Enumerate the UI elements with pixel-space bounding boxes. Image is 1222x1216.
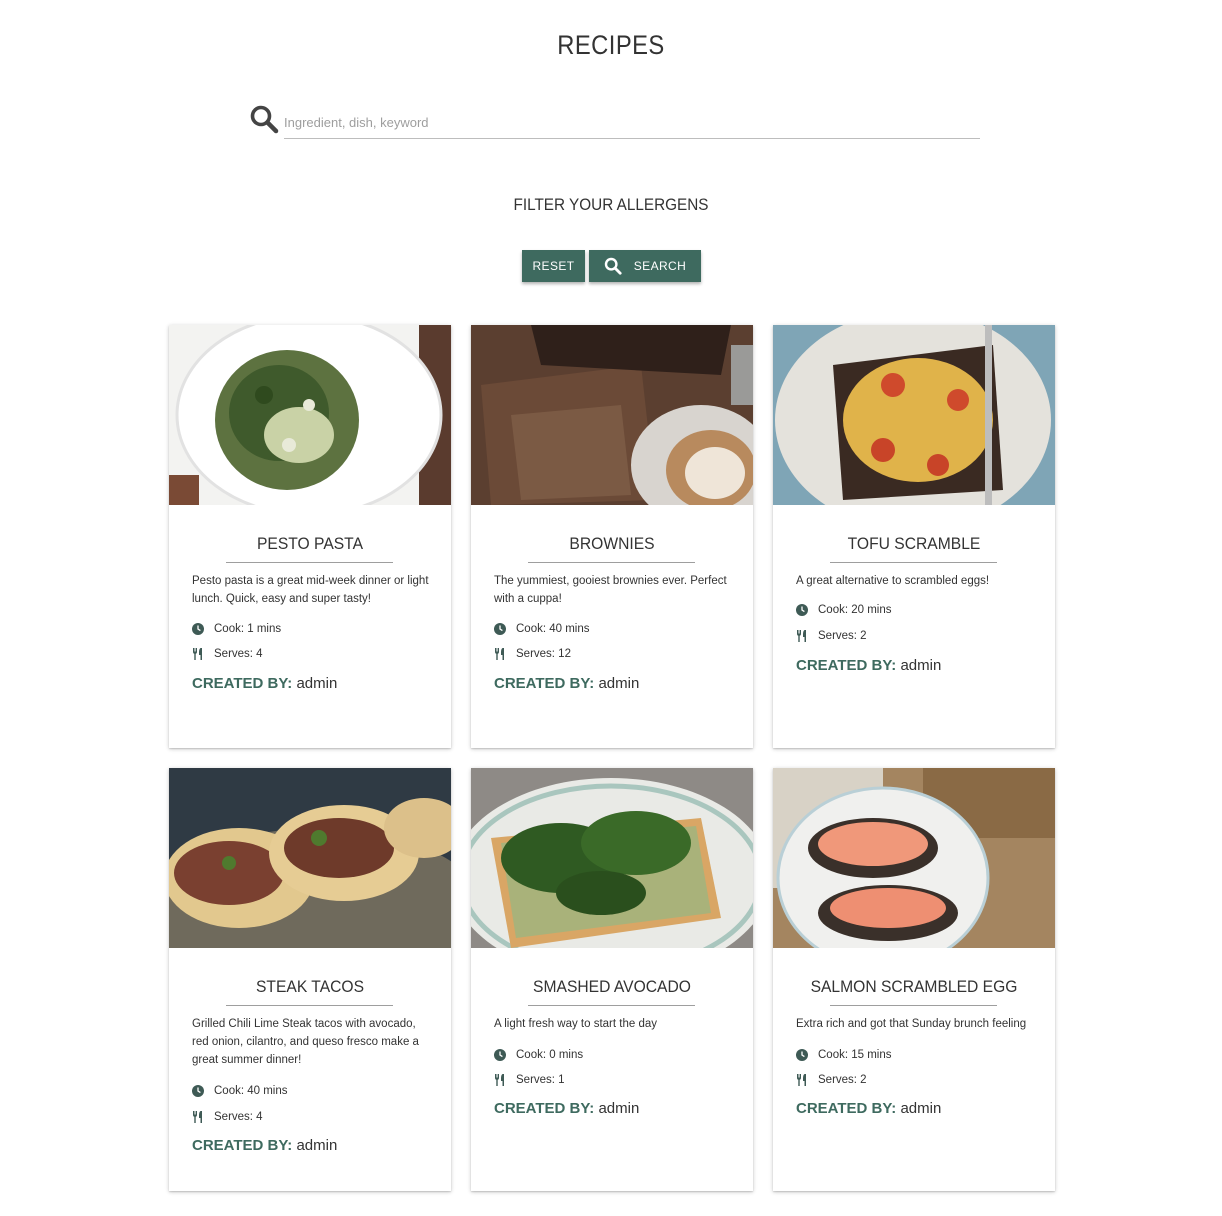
cook-time: Cook: 15 mins [796, 1049, 892, 1061]
filter-actions: RESET SEARCH [522, 250, 701, 283]
search-button-label: SEARCH [633, 259, 687, 273]
utensils-icon [797, 630, 806, 642]
cook-time: Cook: 40 mins [192, 1085, 288, 1097]
filter-allergens-title: FILTER YOUR ALLERGENS [513, 195, 709, 214]
created-by: CREATED BY: admin [796, 1100, 941, 1117]
serves-label: Serves: 4 [214, 648, 263, 660]
recipe-image-smashed-avocado[interactable] [471, 768, 753, 948]
divider [830, 562, 997, 563]
serves-label: Serves: 4 [214, 1111, 263, 1123]
recipe-description: A light fresh way to start the day [494, 1018, 657, 1030]
recipe-image-pesto-pasta[interactable] [169, 325, 451, 505]
recipe-description: Extra rich and got that Sunday brunch fe… [796, 1018, 1027, 1030]
cook-time-label: Cook: 0 mins [516, 1049, 584, 1061]
serves-label: Serves: 12 [516, 648, 571, 660]
created-by: CREATED BY: admin [192, 1137, 337, 1154]
reset-button-label: RESET [532, 259, 575, 273]
created-by-label: CREATED BY: [494, 675, 595, 692]
serves-label: Serves: 1 [516, 1074, 565, 1086]
clock-icon [494, 623, 506, 635]
serves-label: Serves: 2 [818, 1074, 867, 1086]
clock-icon [192, 1085, 204, 1097]
author-name: admin [598, 1100, 640, 1117]
serves: Serves: 2 [796, 630, 867, 642]
recipe-image-brownies[interactable] [471, 325, 753, 505]
cook-time: Cook: 0 mins [494, 1049, 583, 1061]
recipe-description: Grilled Chili Lime Steak tacos with avoc… [192, 1018, 419, 1066]
divider [528, 1005, 695, 1006]
recipe-card[interactable]: TOFU SCRAMBLE A great alternative to scr… [773, 325, 1055, 748]
search-icon [250, 105, 279, 134]
recipe-title: STEAK TACOS [255, 977, 365, 996]
recipe-description: The yummiest, gooiest brownies ever. Per… [494, 575, 727, 605]
search-input[interactable] [284, 106, 980, 139]
reset-button[interactable]: RESET [522, 250, 585, 282]
created-by: CREATED BY: admin [494, 675, 639, 692]
cook-time-label: Cook: 40 mins [516, 623, 590, 635]
created-by: CREATED BY: admin [494, 1100, 639, 1117]
divider [226, 1005, 393, 1006]
search-bar [249, 102, 981, 142]
created-by: CREATED BY: admin [796, 657, 941, 674]
author-name: admin [900, 1100, 942, 1117]
divider [528, 562, 695, 563]
recipe-card[interactable]: SMASHED AVOCADO A light fresh way to sta… [471, 768, 753, 1191]
search-icon [604, 257, 622, 275]
author-name: admin [900, 657, 942, 674]
utensils-icon [495, 1074, 504, 1086]
cook-time-label: Cook: 15 mins [818, 1049, 892, 1061]
created-by-label: CREATED BY: [494, 1100, 595, 1117]
clock-icon [192, 623, 204, 635]
clock-icon [494, 1049, 506, 1061]
utensils-icon [797, 1074, 806, 1086]
cook-time: Cook: 40 mins [494, 623, 590, 635]
author-name: admin [296, 1137, 338, 1154]
divider [226, 562, 393, 563]
serves: Serves: 4 [192, 1111, 263, 1123]
cook-time-label: Cook: 20 mins [818, 604, 892, 616]
created-by-label: CREATED BY: [796, 1100, 897, 1117]
cook-time: Cook: 20 mins [796, 604, 892, 616]
cook-time-label: Cook: 1 mins [214, 623, 282, 635]
recipe-title: TOFU SCRAMBLE [847, 534, 981, 553]
created-by-label: CREATED BY: [192, 675, 293, 692]
serves: Serves: 12 [494, 648, 571, 660]
recipe-title: PESTO PASTA [256, 534, 364, 553]
created-by-label: CREATED BY: [192, 1137, 293, 1154]
divider [830, 1005, 997, 1006]
clock-icon [796, 1049, 808, 1061]
recipe-card[interactable]: PESTO PASTA Pesto pasta is a great mid-w… [169, 325, 451, 748]
recipe-description: A great alternative to scrambled eggs! [796, 575, 990, 587]
recipe-title: SMASHED AVOCADO [533, 977, 691, 996]
recipe-image-salmon-scrambled-egg[interactable] [773, 768, 1055, 948]
utensils-icon [193, 1111, 202, 1123]
recipe-title: BROWNIES [569, 534, 655, 553]
cook-time-label: Cook: 40 mins [214, 1085, 288, 1097]
recipe-image-steak-tacos[interactable] [169, 768, 451, 948]
recipe-title: SALMON SCRAMBLED EGG [810, 977, 1018, 996]
search-button[interactable]: SEARCH [589, 250, 701, 282]
serves-label: Serves: 2 [818, 630, 867, 642]
utensils-icon [193, 648, 202, 660]
created-by-label: CREATED BY: [796, 657, 897, 674]
created-by: CREATED BY: admin [192, 675, 337, 692]
utensils-icon [495, 648, 504, 660]
cook-time: Cook: 1 mins [192, 623, 281, 635]
page-title: RECIPES [557, 30, 665, 60]
author-name: admin [598, 675, 640, 692]
serves: Serves: 2 [796, 1074, 867, 1086]
author-name: admin [296, 675, 338, 692]
recipe-card[interactable]: SALMON SCRAMBLED EGG Extra rich and got … [773, 768, 1055, 1191]
recipe-card[interactable]: BROWNIES The yummiest, gooiest brownies … [471, 325, 753, 748]
recipe-description: Pesto pasta is a great mid-week dinner o… [192, 575, 429, 605]
serves: Serves: 1 [494, 1074, 565, 1086]
recipe-card[interactable]: STEAK TACOS Grilled Chili Lime Steak tac… [169, 768, 451, 1191]
recipe-image-tofu-scramble[interactable] [773, 325, 1055, 505]
clock-icon [796, 604, 808, 616]
serves: Serves: 4 [192, 648, 263, 660]
